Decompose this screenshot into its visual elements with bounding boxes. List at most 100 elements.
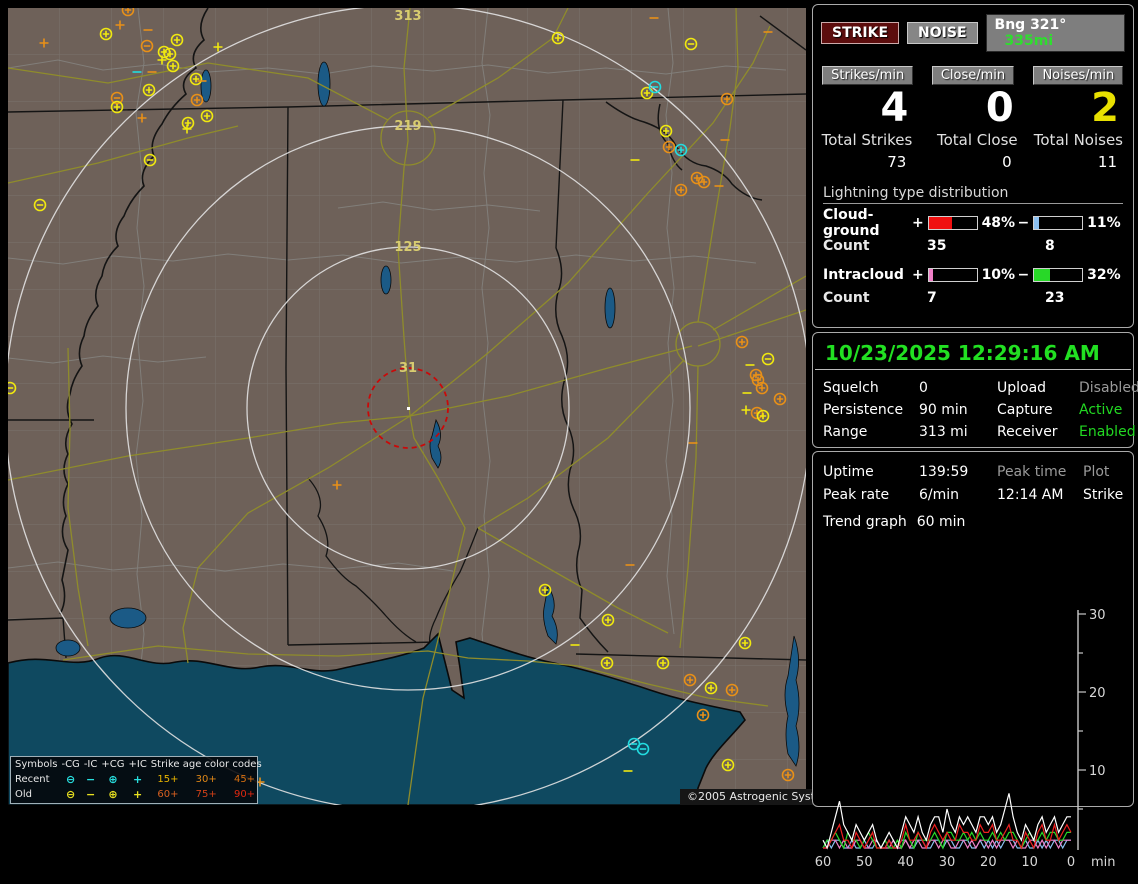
noises-per-min-column: Noises/min 2 Total Noises 11 — [1032, 66, 1125, 171]
range-label: Range — [823, 424, 919, 440]
ic-minus-old-icon: − — [82, 788, 100, 803]
cg-minus-bar — [1033, 216, 1083, 230]
svg-text:20: 20 — [1089, 686, 1106, 701]
cg-minus-old-icon: ⊖ — [59, 788, 81, 803]
trend-panel: Uptime 139:59 Peak time Plot Peak rate 6… — [812, 451, 1134, 807]
cloud-ground-row: Cloud-ground + 48% − 11% — [823, 212, 1123, 234]
cg-plus-pct: 48% — [982, 215, 1018, 231]
svg-text:30: 30 — [1089, 608, 1106, 623]
svg-text:20: 20 — [980, 855, 997, 870]
ring-label-31: 31 — [399, 361, 417, 376]
cg-plus-old-icon: ⊕ — [99, 788, 126, 803]
ring-label-125: 125 — [394, 240, 421, 255]
intracloud-label: Intracloud — [823, 267, 912, 283]
cg-minus-pct: 11% — [1087, 215, 1123, 231]
ic-minus-recent-icon: − — [82, 772, 100, 787]
total-noises-value: 11 — [1032, 153, 1125, 171]
trend-graph-label: Trend graph — [823, 514, 907, 530]
bearing-distance: 335mi — [1005, 33, 1054, 49]
ic-plus-bar-fill — [929, 269, 934, 281]
lightning-map[interactable]: 313 219 125 31 — [8, 8, 806, 805]
uptime-value: 139:59 — [919, 464, 997, 480]
svg-text:30: 30 — [939, 855, 956, 870]
persistence-value: 90 min — [919, 402, 997, 418]
persistence-label: Persistence — [823, 402, 919, 418]
plus-sign: + — [912, 267, 924, 283]
svg-text:60: 60 — [815, 855, 832, 870]
status-panel: 10/23/2025 12:29:16 AM Squelch 0 Upload … — [812, 332, 1134, 448]
lightning-distribution-section: Lightning type distribution Cloud-ground… — [813, 171, 1133, 310]
intracloud-row: Intracloud + 10% − 32% — [823, 264, 1123, 286]
trend-graph: 1020306050403020100min — [813, 532, 1131, 884]
plus-sign: + — [912, 215, 924, 231]
cg-count-label: Count — [823, 238, 927, 254]
svg-text:10: 10 — [1021, 855, 1038, 870]
receiver-label: Receiver — [997, 424, 1079, 440]
close-per-min-value: 0 — [926, 85, 1019, 131]
cg-plus-bar — [928, 216, 978, 230]
peak-time-value: 12:14 AM — [997, 487, 1083, 503]
age-75: 75+ — [187, 788, 225, 803]
svg-text:50: 50 — [856, 855, 873, 870]
legend-col-ic-plus: +IC — [126, 757, 148, 772]
distribution-title: Lightning type distribution — [823, 185, 1123, 204]
cg-plus-bar-fill — [929, 217, 952, 229]
trend-window-value: 60 min — [917, 514, 966, 530]
legend-old-label: Old — [11, 788, 59, 803]
squelch-value: 0 — [919, 380, 997, 396]
minus-sign: − — [1017, 215, 1029, 231]
upload-value: Disabled — [1079, 380, 1138, 396]
cg-plus-count: 35 — [927, 238, 1045, 254]
map-panel: 313 219 125 31 Symbols -CG -IC +CG +IC Stri… — [8, 8, 806, 805]
strikes-per-min-value: 4 — [821, 85, 914, 131]
cg-minus-bar-fill — [1034, 217, 1039, 229]
cloud-ground-count-row: Count 35 8 — [823, 234, 1123, 258]
ic-minus-bar — [1033, 268, 1083, 282]
cg-minus-count: 8 — [1045, 238, 1055, 254]
age-90: 90+ — [225, 788, 263, 803]
ic-plus-pct: 10% — [982, 267, 1018, 283]
legend-col-cg-minus: -CG — [59, 757, 81, 772]
ring-label-313: 313 — [394, 9, 421, 24]
peak-rate-value: 6/min — [919, 487, 997, 503]
legend-col-ic-minus: -IC — [82, 757, 100, 772]
total-close-label: Total Close — [926, 131, 1019, 149]
ic-minus-count: 23 — [1045, 290, 1064, 306]
close-per-min-column: Close/min 0 Total Close 0 — [926, 66, 1019, 171]
range-value: 313 mi — [919, 424, 997, 440]
plot-label: Plot — [1083, 464, 1123, 480]
total-close-value: 0 — [926, 153, 1019, 171]
legend-symbols-label: Symbols — [11, 757, 59, 772]
legend-col-cg-plus: +CG — [99, 757, 126, 772]
strikes-per-min-column: Strikes/min 4 Total Strikes 73 — [821, 66, 914, 171]
trend-series-CG+ — [823, 825, 1071, 848]
map-legend: Symbols -CG -IC +CG +IC Strike age color… — [10, 756, 258, 804]
noise-toggle-button[interactable]: NOISE — [907, 22, 977, 44]
cg-plus-recent-icon: ⊕ — [99, 772, 126, 787]
svg-text:10: 10 — [1089, 764, 1106, 779]
ic-plus-old-icon: + — [126, 788, 148, 803]
capture-value: Active — [1079, 402, 1138, 418]
stats-panel: STRIKE NOISE Bng 321° 335mi Strikes/min … — [812, 4, 1134, 328]
age-60: 60+ — [149, 788, 187, 803]
minus-sign: − — [1017, 267, 1029, 283]
svg-text:min: min — [1091, 855, 1116, 870]
noises-per-min-label: Noises/min — [1033, 66, 1123, 85]
bearing-readout: Bng 321° 335mi — [986, 14, 1125, 52]
strike-toggle-button[interactable]: STRIKE — [821, 22, 899, 44]
ring-label-219: 219 — [394, 119, 421, 134]
capture-label: Capture — [997, 402, 1079, 418]
ic-plus-recent-icon: + — [126, 772, 148, 787]
plot-value: Strike — [1083, 487, 1123, 503]
ic-minus-bar-fill — [1034, 269, 1049, 281]
strikes-per-min-label: Strikes/min — [822, 66, 913, 85]
svg-text:0: 0 — [1067, 855, 1075, 870]
noises-per-min-value: 2 — [1032, 85, 1125, 131]
ic-plus-count: 7 — [927, 290, 1045, 306]
ic-plus-bar — [928, 268, 978, 282]
squelch-label: Squelch — [823, 380, 919, 396]
ic-count-label: Count — [823, 290, 927, 306]
bearing-value: Bng 321° — [995, 17, 1067, 33]
age-30: 30+ — [187, 772, 225, 787]
total-strikes-label: Total Strikes — [821, 131, 914, 149]
